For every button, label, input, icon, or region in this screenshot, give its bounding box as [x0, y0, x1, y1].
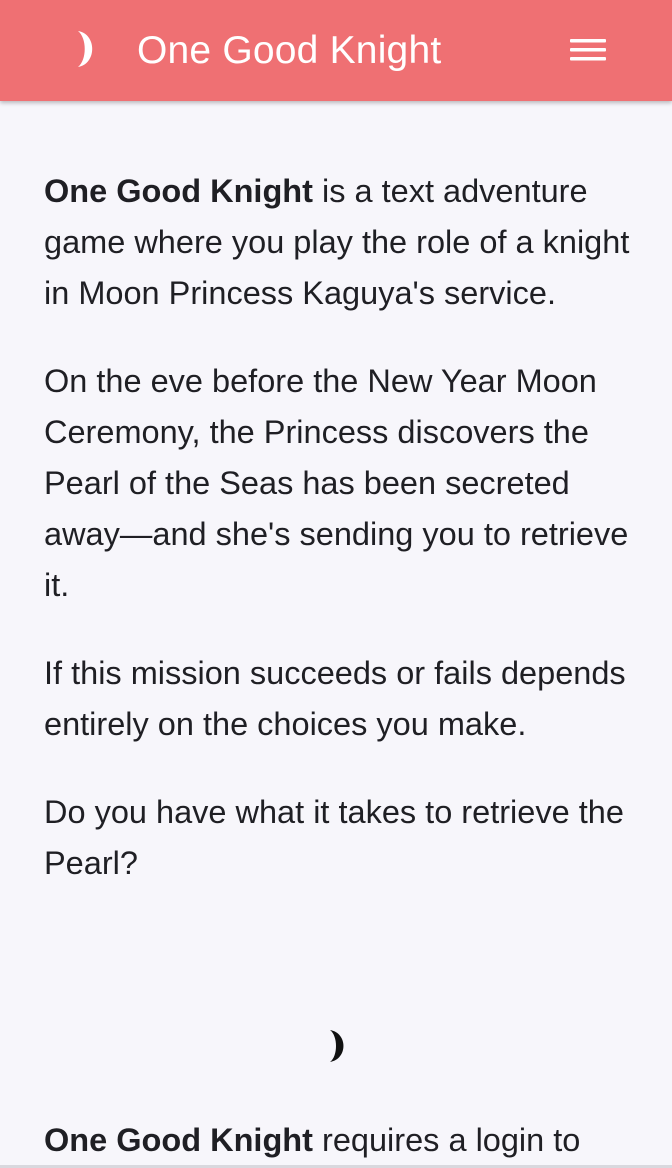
top-app-bar: One Good Knight: [0, 0, 672, 101]
intro-paragraph-1: One Good Knight is a text adventure game…: [44, 166, 644, 319]
crescent-moon-divider-icon: [330, 1030, 344, 1062]
game-name-bold: One Good Knight: [44, 173, 313, 209]
login-notice-game-name: One Good Knight: [44, 1122, 313, 1158]
app-title: One Good Knight: [137, 29, 442, 72]
intro-paragraph-2: On the eve before the New Year Moon Cere…: [44, 363, 629, 603]
intro-content: One Good Knight is a text adventure game…: [44, 166, 644, 926]
intro-paragraph-4: Do you have what it takes to retrieve th…: [44, 794, 624, 881]
crescent-moon-icon: [78, 31, 93, 67]
login-notice: One Good Knight requires a login to: [44, 1115, 644, 1166]
intro-paragraph-3: If this mission succeeds or fails depend…: [44, 655, 626, 742]
login-notice-text: requires a login to: [312, 1122, 581, 1158]
hamburger-menu-icon[interactable]: [570, 39, 606, 61]
menu-button[interactable]: [562, 30, 614, 70]
